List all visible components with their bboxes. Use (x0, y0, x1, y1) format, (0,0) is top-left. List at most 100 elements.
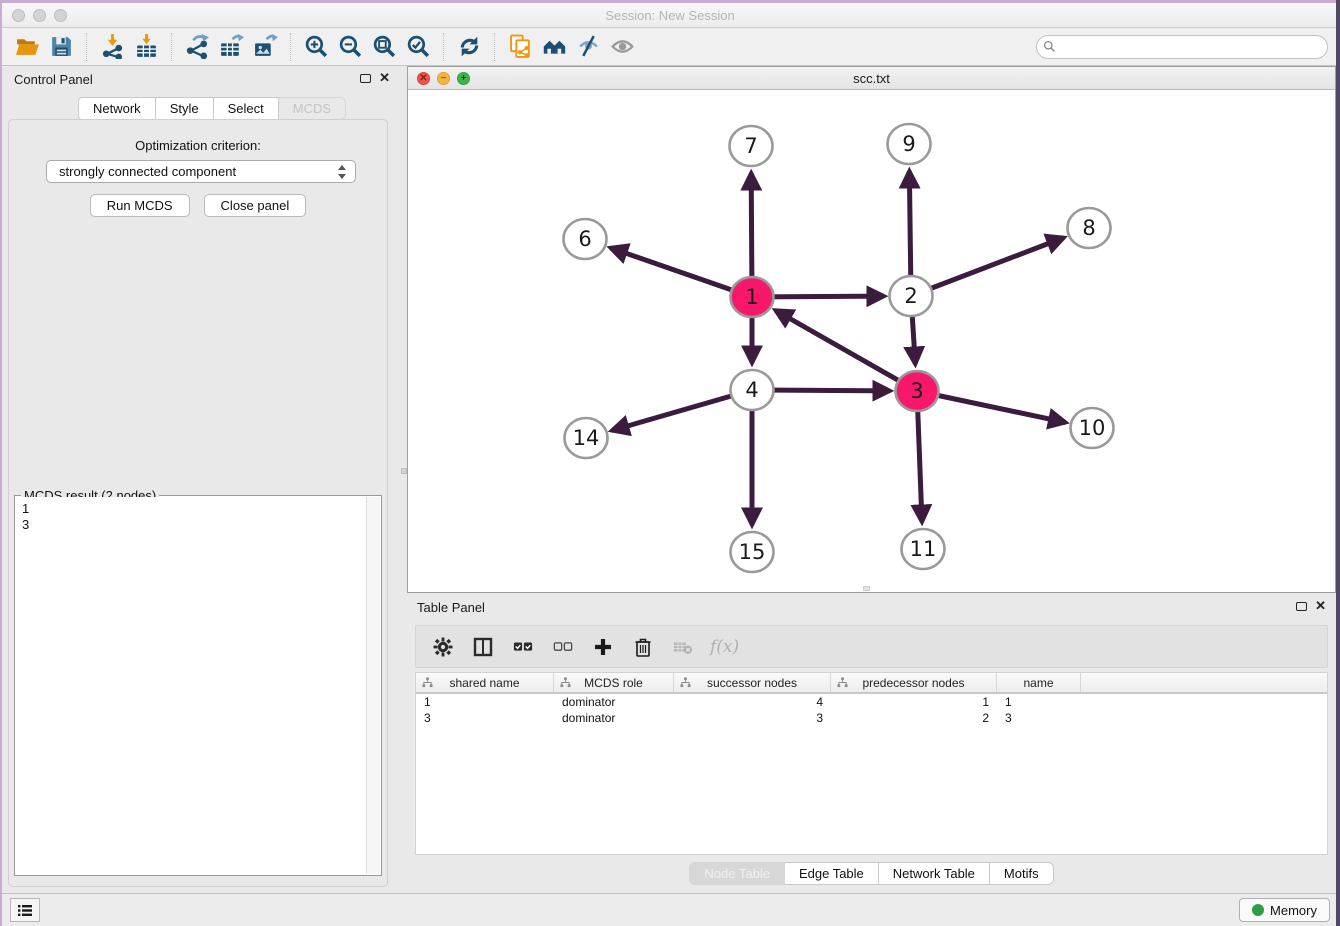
graph-edge-2-8[interactable] (911, 238, 1064, 296)
close-panel-icon[interactable]: ✕ (379, 73, 390, 83)
table-row[interactable]: 1dominator411 (416, 694, 1327, 710)
optimization-criterion-value: strongly connected component (59, 164, 236, 179)
node-label: 10 (1079, 416, 1106, 440)
toolbar-separator (443, 33, 444, 61)
run-mcds-button[interactable]: Run MCDS (90, 194, 190, 217)
float-table-panel-icon[interactable] (1296, 602, 1307, 611)
node-label: 6 (578, 227, 591, 251)
table-tab-node-table[interactable]: Node Table (689, 862, 785, 885)
dropdown-stepper-icon (337, 164, 347, 180)
column-header-predecessor-nodes[interactable]: predecessor nodes (831, 673, 997, 692)
column-label: MCDS role (584, 676, 643, 690)
graph-node-9[interactable]: 9 (888, 124, 931, 164)
new-network-from-selection-icon[interactable] (503, 31, 537, 63)
save-icon[interactable] (44, 31, 78, 63)
status-bar: Memory (0, 893, 1340, 926)
graph-node-8[interactable]: 8 (1068, 208, 1111, 248)
mcds-panel: Optimization criterion: strongly connect… (8, 119, 388, 887)
zoom-selected-icon[interactable] (401, 31, 435, 63)
unselect-all-columns-icon[interactable] (550, 634, 576, 660)
add-column-icon[interactable] (590, 634, 616, 660)
column-header-successor-nodes[interactable]: successor nodes (674, 673, 831, 692)
close-table-panel-icon[interactable]: ✕ (1315, 601, 1326, 611)
network-canvas[interactable]: 7 9 6 8 1 2 4 3 14 10 15 11 (408, 90, 1335, 592)
horizontal-splitter-handle[interactable] (863, 586, 870, 591)
graph-node-6[interactable]: 6 (564, 219, 607, 259)
search-icon (1043, 40, 1056, 53)
zoom-in-icon[interactable] (299, 31, 333, 63)
column-header-shared-name[interactable]: shared name (416, 673, 554, 692)
table-cell[interactable]: 1 (997, 694, 1081, 710)
table-cell[interactable]: dominator (554, 694, 674, 710)
open-folder-icon[interactable] (10, 31, 44, 63)
control-panel-header: Control Panel ✕ (0, 66, 400, 94)
toolbar-separator (494, 33, 495, 61)
node-label: 7 (744, 134, 757, 158)
node-label: 14 (573, 426, 600, 450)
mcds-result-line: 3 (22, 517, 360, 533)
show-all-icon[interactable] (605, 31, 639, 63)
graph-node-11[interactable]: 11 (902, 529, 945, 569)
desktop-edge-top (0, 0, 1340, 3)
function-builder-icon[interactable]: f(x) (710, 637, 739, 657)
graph-node-4[interactable]: 4 (731, 370, 774, 410)
table-tab-network-table[interactable]: Network Table (879, 862, 990, 885)
delete-table-icon[interactable] (670, 634, 696, 660)
import-network-icon[interactable] (95, 31, 129, 63)
table-row[interactable]: 3dominator323 (416, 710, 1327, 726)
float-panel-icon[interactable] (360, 74, 371, 83)
control-panel: Control Panel ✕ NetworkStyleSelectMCDS O… (0, 66, 400, 893)
graph-edge-3-10[interactable] (917, 391, 1066, 422)
desktop-edge-right (1336, 0, 1340, 926)
graph-node-14[interactable]: 14 (565, 418, 608, 458)
search-input[interactable] (1036, 35, 1328, 59)
first-neighbors-icon[interactable] (537, 31, 571, 63)
graph-node-10[interactable]: 10 (1071, 408, 1114, 448)
control-panel-tab-network[interactable]: Network (78, 97, 156, 120)
hide-selected-icon[interactable] (571, 31, 605, 63)
zoom-out-icon[interactable] (333, 31, 367, 63)
table-tab-motifs[interactable]: Motifs (990, 862, 1054, 885)
table-cell[interactable]: 3 (416, 710, 554, 726)
table-cell[interactable]: 3 (674, 710, 831, 726)
export-network-icon[interactable] (180, 31, 214, 63)
table-tab-edge-table[interactable]: Edge Table (785, 862, 879, 885)
graph-edge-3-1[interactable] (775, 310, 917, 391)
table-cell[interactable]: 4 (674, 694, 831, 710)
table-cell[interactable]: 1 (831, 694, 997, 710)
node-table: shared name MCDS role successor nodesprede… (415, 672, 1328, 855)
table-cell[interactable]: dominator (554, 710, 674, 726)
mcds-result-box: MCDS result (2 nodes) 13 (14, 495, 382, 876)
result-scrollbar[interactable] (366, 497, 380, 874)
optimization-criterion-select[interactable]: strongly connected component (46, 160, 356, 183)
graph-node-2[interactable]: 2 (890, 276, 933, 316)
graph-node-3[interactable]: 3 (896, 371, 939, 411)
gear-icon[interactable] (430, 634, 456, 660)
export-image-icon[interactable] (248, 31, 282, 63)
graph-node-7[interactable]: 7 (730, 126, 773, 166)
select-all-columns-icon[interactable] (510, 634, 536, 660)
import-table-icon[interactable] (129, 31, 163, 63)
network-view-title: scc.txt (408, 71, 1335, 86)
column-header-name[interactable]: name (997, 673, 1081, 692)
node-label: 3 (910, 379, 923, 403)
task-history-button[interactable] (10, 898, 40, 922)
export-table-icon[interactable] (214, 31, 248, 63)
graph-node-15[interactable]: 15 (731, 532, 774, 572)
column-header-MCDS-role[interactable]: MCDS role (554, 673, 674, 692)
node-label: 2 (904, 284, 917, 308)
control-panel-tab-select[interactable]: Select (214, 97, 279, 120)
table-cell[interactable]: 1 (416, 694, 554, 710)
close-panel-button[interactable]: Close panel (204, 194, 307, 217)
column-label: shared name (449, 676, 519, 690)
table-cell[interactable]: 2 (831, 710, 997, 726)
control-panel-tab-mcds[interactable]: MCDS (279, 97, 346, 120)
refresh-icon[interactable] (452, 31, 486, 63)
table-cell[interactable]: 3 (997, 710, 1081, 726)
memory-button[interactable]: Memory (1239, 898, 1330, 922)
zoom-fit-icon[interactable] (367, 31, 401, 63)
graph-node-1[interactable]: 1 (731, 277, 774, 317)
control-panel-tab-style[interactable]: Style (156, 97, 214, 120)
delete-column-icon[interactable] (630, 634, 656, 660)
column-view-icon[interactable] (470, 634, 496, 660)
